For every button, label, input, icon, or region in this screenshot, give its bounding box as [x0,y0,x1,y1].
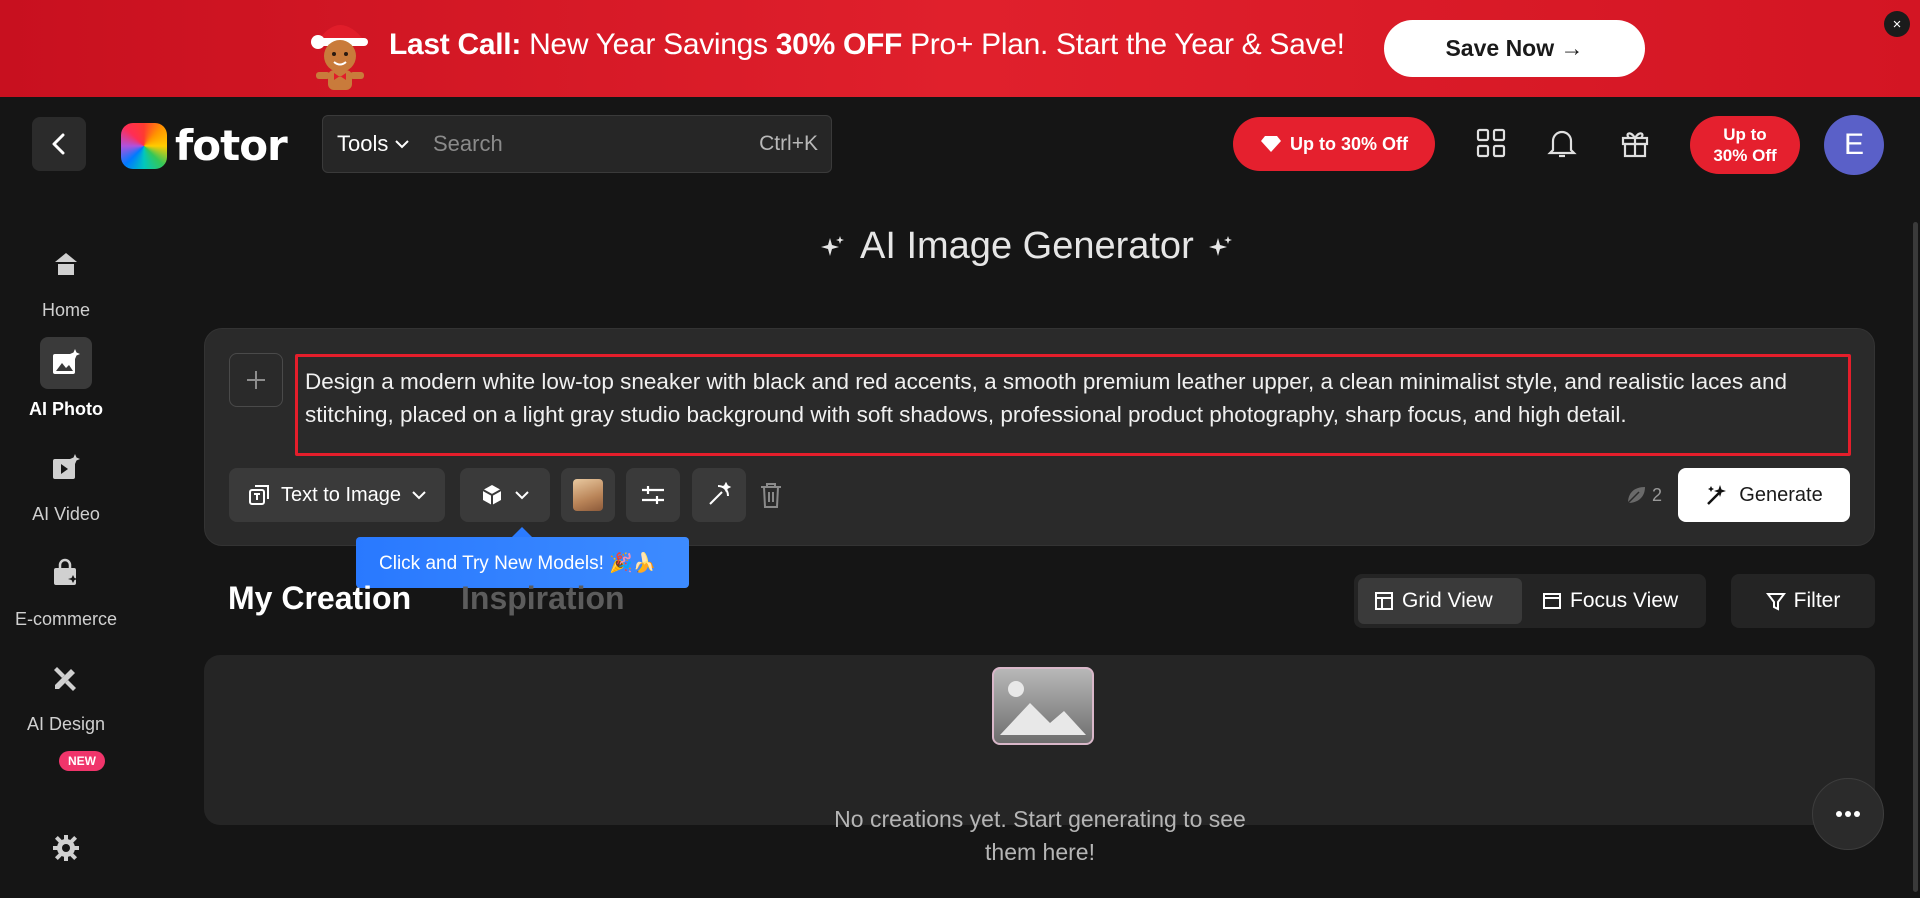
focus-view-label: Focus View [1570,589,1679,612]
chevron-down-icon [412,491,426,500]
magic-enhance-button[interactable] [692,468,746,522]
app-root: Last Call: New Year Savings 30% OFF Pro+… [0,0,1920,898]
magic-wand-icon [1707,485,1727,505]
design-tools-icon [40,652,92,704]
empty-image-icon [992,667,1094,745]
style-reference-button[interactable] [561,468,615,522]
focus-view-button[interactable]: Focus View [1526,578,1702,624]
search-shortcut: Ctrl+K [759,132,818,155]
tab-my-creation[interactable]: My Creation [228,580,411,617]
empty-state-text: No creations yet. Start generating to se… [834,806,1246,865]
page-title-text: AI Image Generator [860,225,1194,267]
promo-offer-bold: 30% OFF [775,28,903,61]
chevron-down-icon [515,491,529,500]
sidebar-item-label: Home [41,300,90,320]
back-button[interactable] [32,117,86,171]
tools-dropdown[interactable]: Tools [323,131,423,157]
sidebar-item-ai-design[interactable]: AI Design [0,652,132,735]
promo-banner: Last Call: New Year Savings 30% OFF Pro+… [0,0,1920,97]
grid-view-icon [1375,592,1393,610]
fotor-logo[interactable]: fotor [121,121,288,170]
more-options-button[interactable] [1812,778,1884,850]
leaf-credit-icon [1627,487,1645,504]
filter-icon [1765,593,1786,611]
sidebar-item-ai-video[interactable]: AI Video [0,442,132,525]
view-toggle: Grid View Focus View [1354,574,1706,628]
grid-view-label: Grid View [1402,589,1493,612]
ai-photo-icon [40,337,92,389]
promo-offer-rest: Pro+ Plan. Start the Year & Save! [902,28,1345,61]
sidebar-item-home[interactable]: Home [0,238,132,321]
search-input[interactable] [433,131,733,157]
chevron-down-icon [395,140,410,149]
promo-headline: New Year Savings [521,28,776,61]
grid-view-button[interactable]: Grid View [1358,578,1522,624]
offer-circle-line2: 30% Off [1713,146,1777,165]
add-image-button[interactable] [229,353,283,407]
gift-icon[interactable] [1617,125,1653,161]
sidebar-item-label: E-commerce [14,609,117,629]
gingerbread-mascot-icon [311,24,368,90]
sliders-icon [642,486,664,504]
credit-count: 2 [1652,484,1663,505]
top-nav: fotor Tools Ctrl+K Up to 30% Off Up to 30… [0,97,1920,194]
mode-dropdown[interactable]: Text to Image [229,468,445,522]
offer-pill-label: Up to 30% Off [1289,133,1408,154]
offer-pill-button[interactable]: Up to 30% Off [1233,117,1435,171]
ai-video-icon [40,442,92,494]
offer-circle-button[interactable]: Up to 30% Off [1690,116,1800,174]
prompt-input[interactable]: Design a modern white low-top sneaker wi… [295,354,1851,456]
prompt-card: Design a modern white low-top sneaker wi… [204,328,1875,546]
mode-label: Text to Image [280,483,402,506]
sparkle-icon [821,235,844,256]
fotor-logo-text: fotor [175,121,288,170]
sidebar-item-label: AI Photo [29,399,103,419]
tab-inspiration[interactable]: Inspiration [461,580,625,617]
user-avatar[interactable]: E [1824,115,1884,175]
save-now-button[interactable]: Save Now → [1384,20,1645,77]
plus-icon [247,371,265,389]
shopping-bag-icon [40,547,92,599]
model-dropdown[interactable] [460,468,550,522]
tools-label: Tools [337,131,389,156]
generate-button[interactable]: Generate [1678,468,1850,522]
generate-label: Generate [1739,483,1823,506]
more-dots-icon [1836,811,1860,817]
sidebar-item-e-commerce[interactable]: E-commerce [0,547,132,630]
home-icon [40,238,92,290]
trash-icon[interactable] [759,481,783,514]
chevron-left-icon [52,133,65,155]
page-scrollbar[interactable] [1913,222,1918,892]
banner-close-icon[interactable]: × [1884,11,1910,37]
apps-grid-icon[interactable] [1473,125,1509,161]
new-badge: NEW [59,751,105,771]
text-to-image-icon [248,485,269,505]
offer-circle-label: Up to 30% Off [1713,124,1776,166]
sidebar-item-label: AI Design [26,714,106,734]
promo-text: Last Call: New Year Savings 30% OFF Pro+… [389,28,1345,62]
filter-label: Filter [1793,589,1841,612]
magic-wand-icon [709,482,732,505]
bell-icon[interactable] [1544,125,1580,161]
focus-view-icon [1543,593,1561,609]
search-bar: Tools Ctrl+K [322,115,832,173]
fotor-logo-mark-icon [121,122,167,169]
settings-gear-icon[interactable] [52,834,80,867]
sidebar: Home AI Photo AI Video E-commerce AI Des… [0,194,132,898]
filter-button[interactable]: Filter [1731,574,1875,628]
style-thumbnail-icon [573,479,603,511]
sidebar-item-label: AI Video [32,504,100,524]
credit-cost: 2 [1625,484,1662,506]
promo-headline-bold: Last Call: [389,28,522,61]
offer-circle-line1: Up to [1723,125,1767,144]
sparkle-icon [1208,235,1232,256]
settings-sliders-button[interactable] [626,468,680,522]
sidebar-item-ai-photo[interactable]: AI Photo [0,337,132,420]
cube-model-icon [482,485,502,505]
page-title: AI Image Generator [820,225,1234,268]
diamond-icon [1260,136,1281,152]
